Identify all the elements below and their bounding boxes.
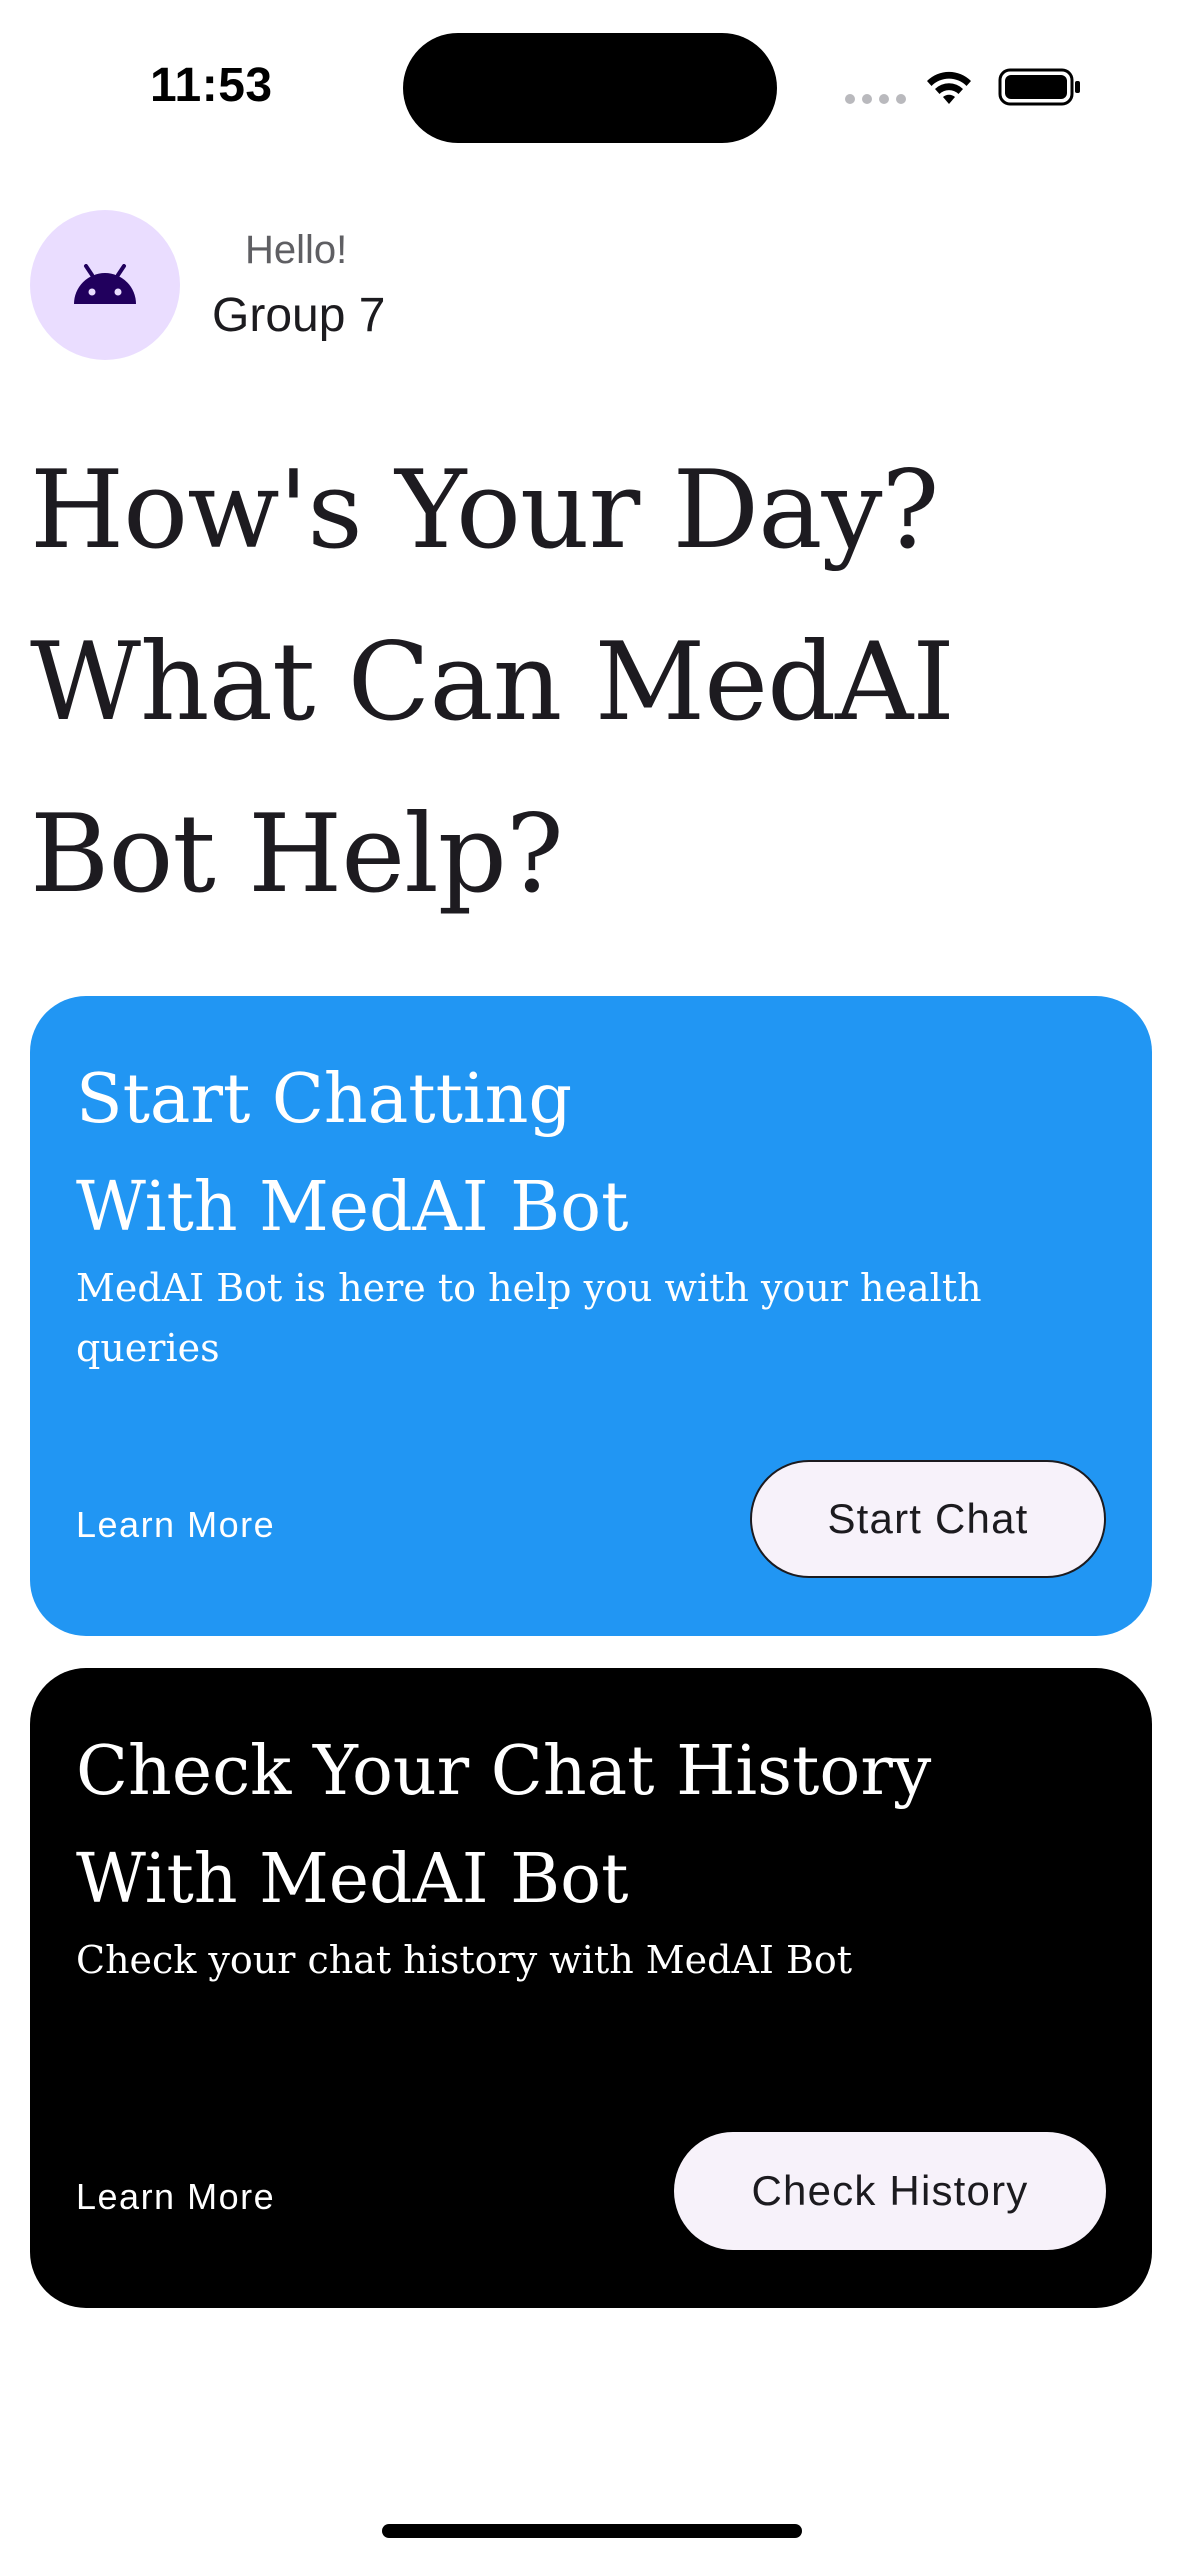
- dynamic-island: [403, 33, 777, 143]
- status-time: 11:53: [150, 59, 273, 112]
- cellular-signal-icon: [845, 94, 906, 104]
- card-title-line: Start Chatting: [76, 1060, 572, 1139]
- check-history-button[interactable]: Check History: [674, 2132, 1106, 2250]
- start-chat-button[interactable]: Start Chat: [750, 1460, 1106, 1578]
- battery-icon: [998, 68, 1080, 106]
- card-title-line: Check Your Chat History: [76, 1732, 932, 1811]
- card-title-line: With MedAI Bot: [76, 1168, 629, 1247]
- learn-more-link[interactable]: Learn More: [76, 2176, 275, 2218]
- card-title: Start Chatting With MedAI Bot: [76, 1046, 628, 1262]
- android-icon: [74, 264, 136, 304]
- learn-more-link[interactable]: Learn More: [76, 1504, 275, 1546]
- greeting-text: Hello!: [245, 228, 348, 272]
- home-indicator[interactable]: [382, 2524, 802, 2538]
- headline-line: How's Your Day?: [30, 448, 939, 573]
- card-title: Check Your Chat History With MedAI Bot: [76, 1718, 931, 1934]
- wifi-icon: [927, 71, 971, 104]
- chat-history-card[interactable]: Check Your Chat History With MedAI Bot C…: [30, 1668, 1152, 2308]
- headline-line: Bot Help?: [30, 792, 564, 917]
- page-headline: How's Your Day? What Can MedAI Bot Help?: [30, 425, 1130, 941]
- headline-line: What Can MedAI: [30, 620, 955, 745]
- card-description: Check your chat history with MedAI Bot: [76, 1938, 853, 1982]
- avatar[interactable]: [30, 210, 180, 360]
- start-chat-card[interactable]: Start Chatting With MedAI Bot MedAI Bot …: [30, 996, 1152, 1636]
- card-description: MedAI Bot is here to help you with your …: [76, 1266, 982, 1370]
- card-title-line: With MedAI Bot: [76, 1840, 629, 1919]
- user-name: Group 7: [212, 289, 386, 342]
